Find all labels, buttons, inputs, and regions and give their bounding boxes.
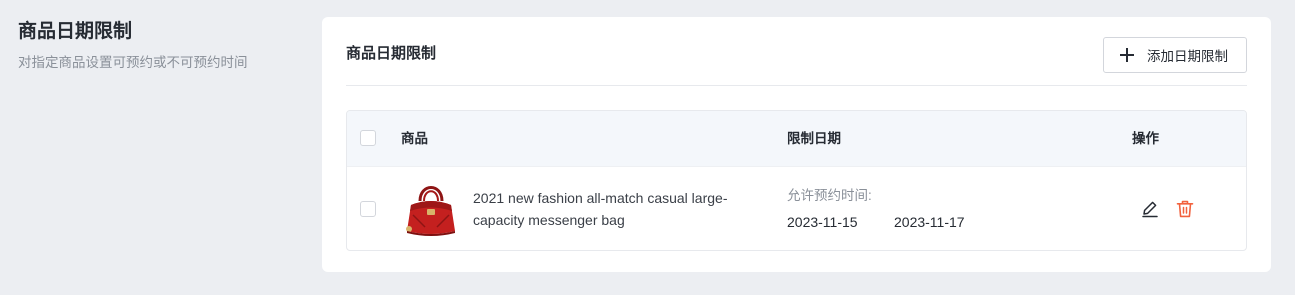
date-restriction-card: 商品日期限制 添加日期限制 商品 限制日期 操作 2021 new fashio…	[322, 17, 1271, 272]
handbag-image	[406, 186, 455, 236]
plus-icon	[1120, 48, 1134, 62]
table-row: 2021 new fashion all-match casual large-…	[347, 167, 1246, 250]
select-all-checkbox[interactable]	[360, 130, 376, 146]
section-title: 商品日期限制	[18, 21, 133, 42]
end-date: 2023-11-17	[894, 214, 965, 230]
section-info: 商品日期限制 对指定商品设置可预约或不可预约时间	[18, 20, 298, 72]
trash-icon[interactable]	[1175, 199, 1195, 219]
section-description: 对指定商品设置可预约或不可预约时间	[18, 55, 248, 70]
divider	[346, 85, 1247, 86]
card-title: 商品日期限制	[346, 45, 437, 62]
product-name[interactable]: 2021 new fashion all-match casual large-…	[473, 187, 763, 231]
date-label: 允许预约时间:	[787, 188, 872, 203]
table-header: 商品 限制日期 操作	[347, 111, 1246, 167]
restriction-table: 商品 限制日期 操作 2021 new fashion all-match ca…	[346, 110, 1247, 251]
add-date-restriction-button[interactable]: 添加日期限制	[1103, 37, 1247, 73]
row-checkbox[interactable]	[360, 201, 376, 217]
column-header-restrict-date: 限制日期	[787, 131, 841, 146]
column-header-product: 商品	[401, 131, 428, 146]
column-header-actions: 操作	[1132, 131, 1159, 146]
edit-icon[interactable]	[1140, 199, 1160, 219]
add-button-label: 添加日期限制	[1147, 49, 1228, 64]
start-date: 2023-11-15	[787, 214, 858, 230]
